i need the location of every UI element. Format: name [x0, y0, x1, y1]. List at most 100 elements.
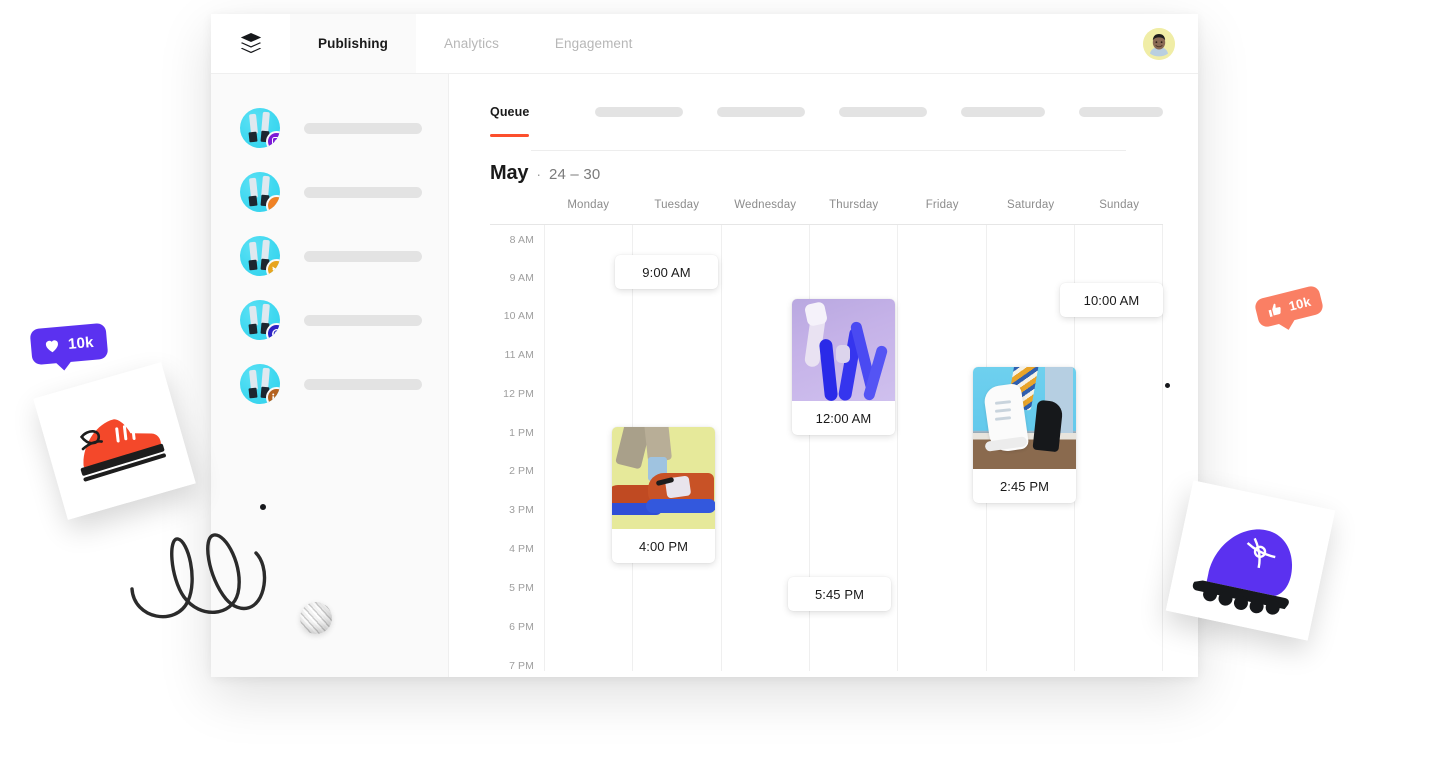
nav-tab-analytics[interactable]: Analytics [416, 14, 527, 73]
day-header-wednesday: Wednesday [721, 199, 809, 224]
tab-placeholder-bar [1079, 107, 1163, 117]
thumbs-up-icon [1266, 301, 1284, 319]
tab-placeholder-6[interactable] [1079, 88, 1163, 136]
week-calendar: Monday Tuesday Wednesday Thursday Friday… [490, 199, 1163, 671]
hour-label: 6 PM [490, 621, 534, 633]
tab-placeholder-bar [717, 107, 805, 117]
event-thumbnail [973, 367, 1076, 469]
channel-avatar [240, 108, 280, 148]
twitter-icon [266, 259, 280, 276]
tab-placeholder-4[interactable] [839, 88, 927, 136]
tab-placeholder-bar [595, 107, 683, 117]
channel-name-placeholder [304, 251, 422, 262]
channel-name-placeholder [304, 315, 422, 326]
tab-queue-label: Queue [490, 105, 529, 119]
calendar-event-545pm[interactable]: 5:45 PM [788, 577, 891, 611]
avatar[interactable] [1143, 28, 1175, 60]
tabs-divider [531, 150, 1126, 151]
heart-likes-badge: 10k [30, 323, 108, 365]
page-root: 10k 10k [0, 0, 1440, 757]
tab-placeholder-5[interactable] [961, 88, 1045, 136]
day-header-sunday: Sunday [1075, 199, 1163, 224]
day-header-saturday: Saturday [986, 199, 1074, 224]
event-time: 2:45 PM [973, 469, 1076, 503]
event-thumbnail [792, 299, 895, 401]
hour-label: 11 AM [490, 349, 534, 361]
bubble-tail [54, 360, 73, 372]
calendar-event-1000am[interactable]: 10:00 AM [1060, 283, 1163, 317]
channel-avatar [240, 172, 280, 212]
squiggle-doodle [122, 515, 297, 635]
calendar-event-400pm[interactable]: 4:00 PM [612, 427, 715, 563]
instagram-icon [266, 131, 280, 148]
sidebar-item-twitter[interactable] [211, 236, 448, 276]
linkedin-icon [266, 387, 280, 404]
active-tab-underline [490, 134, 529, 137]
event-time: 9:00 AM [615, 255, 718, 289]
sidebar-item-pinterest[interactable] [211, 300, 448, 340]
channel-avatar [240, 364, 280, 404]
hour-label: 12 PM [490, 388, 534, 400]
nav-tab-engagement[interactable]: Engagement [527, 14, 661, 73]
hour-label: 1 PM [490, 427, 534, 439]
tab-queue[interactable]: Queue [490, 88, 529, 136]
calendar-event-900am[interactable]: 9:00 AM [615, 255, 718, 289]
calendar-date-range: 24 – 30 [549, 166, 600, 183]
sidebar-item-instagram[interactable] [211, 108, 448, 148]
event-time: 10:00 AM [1060, 283, 1163, 317]
hour-label: 5 PM [490, 582, 534, 594]
event-time: 4:00 PM [612, 529, 715, 563]
hour-label: 3 PM [490, 504, 534, 516]
channel-avatar [240, 236, 280, 276]
title-separator: · [536, 166, 541, 182]
channel-name-placeholder [304, 123, 422, 134]
hour-label: 4 PM [490, 543, 534, 555]
nav-tab-label: Publishing [318, 36, 388, 51]
main-panel: Queue [449, 74, 1198, 677]
calendar-month: May [490, 162, 528, 185]
hour-label: 10 AM [490, 310, 534, 322]
sidebar-item-linkedin[interactable] [211, 364, 448, 404]
hour-label: 9 AM [490, 272, 534, 284]
striped-sphere [300, 602, 332, 634]
event-thumbnail [612, 427, 715, 529]
bubble-tail [1278, 319, 1298, 332]
calendar-hour-axis: 8 AM 9 AM 10 AM 11 AM 12 PM 1 PM 2 PM 3 … [490, 225, 544, 671]
red-sneaker-illustration [33, 362, 196, 520]
event-time: 5:45 PM [788, 577, 891, 611]
calendar-day-headers: Monday Tuesday Wednesday Thursday Friday… [490, 199, 1163, 224]
dot-decoration [260, 504, 266, 510]
day-header-thursday: Thursday [809, 199, 897, 224]
top-navigation-bar: Publishing Analytics Engagement [211, 14, 1198, 74]
tab-placeholder-3[interactable] [717, 88, 805, 136]
event-time: 12:00 AM [792, 401, 895, 435]
facebook-icon [266, 195, 280, 212]
dot-decoration [1165, 383, 1170, 388]
heart-badge-count: 10k [67, 333, 94, 352]
nav-tab-label: Analytics [444, 36, 499, 51]
buffer-layers-icon[interactable] [211, 14, 290, 73]
app-body: Queue [211, 74, 1198, 677]
heart-icon [42, 336, 62, 356]
thumbs-likes-badge: 10k [1253, 284, 1324, 328]
channel-name-placeholder [304, 187, 422, 198]
day-header-tuesday: Tuesday [632, 199, 720, 224]
channel-avatar [240, 300, 280, 340]
tab-placeholder-bar [839, 107, 927, 117]
calendar-event-1200am[interactable]: 12:00 AM [792, 299, 895, 435]
nav-tabs: Publishing Analytics Engagement [290, 14, 660, 73]
app-window: Publishing Analytics Engagement [211, 14, 1198, 677]
calendar-title: May · 24 – 30 [490, 162, 1198, 185]
day-header-monday: Monday [544, 199, 632, 224]
hour-label: 2 PM [490, 465, 534, 477]
tab-placeholder-2[interactable] [595, 88, 683, 136]
hour-label: 8 AM [490, 234, 534, 246]
nav-tab-label: Engagement [555, 36, 633, 51]
calendar-grid: 8 AM 9 AM 10 AM 11 AM 12 PM 1 PM 2 PM 3 … [490, 224, 1163, 671]
channel-name-placeholder [304, 379, 422, 390]
sidebar-item-facebook[interactable] [211, 172, 448, 212]
nav-tab-publishing[interactable]: Publishing [290, 14, 416, 73]
hour-label: 7 PM [490, 660, 534, 672]
calendar-event-245pm[interactable]: 2:45 PM [973, 367, 1076, 503]
pinterest-icon [266, 323, 280, 340]
